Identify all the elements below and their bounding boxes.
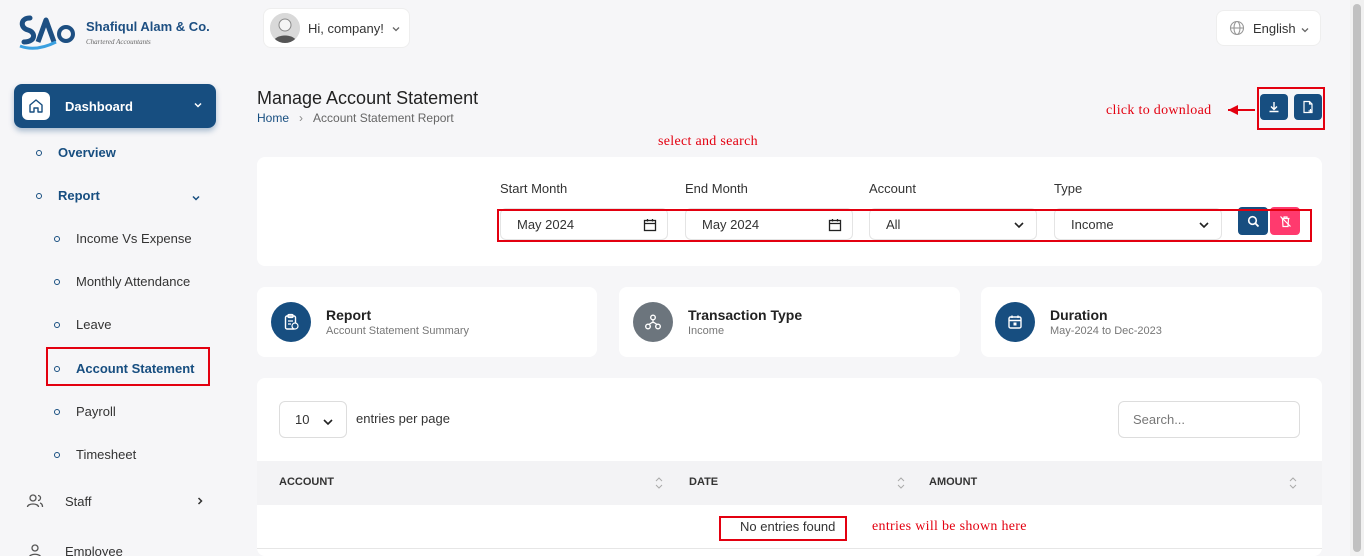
annotation-entries: entries will be shown here [872, 519, 1027, 534]
page-scrollbar[interactable] [1350, 0, 1364, 556]
end-month-label: End Month [685, 181, 748, 196]
info-card-title: Report [326, 307, 372, 323]
account-label: Account [869, 181, 916, 196]
annotation-search: select and search [658, 134, 758, 149]
sort-icon[interactable] [1289, 475, 1297, 491]
table-search-input[interactable] [1118, 401, 1300, 438]
table-header: ACCOUNT DATE AMOUNT [257, 461, 1322, 505]
calendar-icon [995, 302, 1035, 342]
info-card-subtitle: Income [688, 325, 725, 337]
annotation-highlight-box [719, 516, 847, 541]
duration-info-card: Duration May-2024 to Dec-2023 [981, 287, 1322, 357]
transaction-type-info-card: Transaction Type Income [619, 287, 960, 357]
start-month-label: Start Month [500, 181, 568, 196]
entries-per-page-value: 10 [295, 412, 310, 427]
info-card-subtitle: Account Statement Summary [326, 325, 470, 337]
annotation-highlight-box [497, 209, 1312, 242]
info-card-title: Duration [1050, 307, 1108, 323]
scrollbar-thumb[interactable] [1353, 4, 1361, 552]
sort-icon[interactable] [655, 475, 663, 491]
chevron-down-icon [323, 419, 333, 426]
info-card-subtitle: May-2024 to Dec-2023 [1050, 325, 1162, 337]
type-label: Type [1054, 181, 1083, 196]
hierarchy-icon [633, 302, 673, 342]
report-info-card: Report Account Statement Summary [257, 287, 597, 357]
column-account[interactable]: ACCOUNT [279, 476, 334, 488]
sort-icon[interactable] [897, 475, 905, 491]
entries-per-page-select[interactable]: 10 [279, 401, 347, 438]
clipboard-report-icon [271, 302, 311, 342]
info-card-title: Transaction Type [688, 307, 803, 323]
column-amount[interactable]: AMOUNT [929, 476, 977, 488]
entries-per-page-label: entries per page [356, 411, 450, 426]
column-date[interactable]: DATE [689, 476, 718, 488]
